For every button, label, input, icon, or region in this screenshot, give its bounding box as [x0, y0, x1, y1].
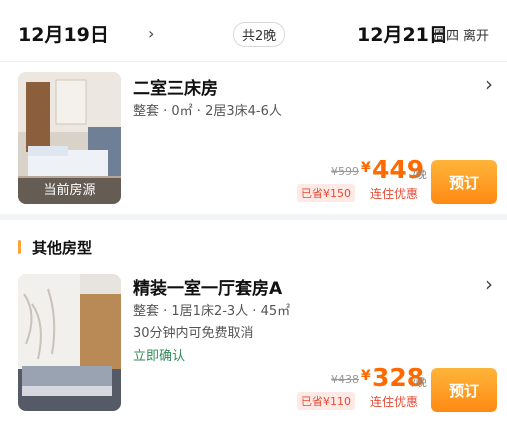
chevron-right-icon[interactable]: ›: [485, 274, 493, 294]
other-room-card[interactable]: 精装一室一厅套房A › 整套 · 1居1床2-3人 · 45㎡ 30分钟内可免费…: [0, 264, 507, 424]
chevron-right-icon[interactable]: ›: [485, 74, 493, 94]
room-photo-icon: [18, 274, 121, 411]
current-room-price-unit: /晚: [412, 168, 427, 181]
current-room-saved-badge: 已省¥150: [297, 184, 355, 202]
other-room-price-unit: /晚: [412, 376, 427, 389]
other-room-original-price: ¥438: [331, 373, 359, 386]
checkin-date[interactable]: 12月19日: [18, 20, 109, 47]
other-room-confirm: 立即确认: [133, 349, 186, 364]
current-room-original-price: ¥599: [331, 165, 359, 178]
current-room-promo: 连住优惠: [370, 187, 419, 201]
current-room-book-button[interactable]: 预订: [431, 160, 497, 204]
other-room-title[interactable]: 精装一室一厅套房A: [133, 274, 282, 299]
other-room-saved-badge: 已省¥110: [297, 392, 355, 410]
current-room-desc: 整套 · 0㎡ · 2居3床4-6人: [133, 104, 282, 119]
nights-badge: 共2晚: [233, 22, 286, 47]
other-room-book-button[interactable]: 预订: [431, 368, 497, 412]
other-room-price-symbol: ¥: [361, 368, 371, 384]
other-room-cancel-note: 30分钟内可免费取消: [133, 326, 254, 341]
checkout-weekday: 周四: [433, 29, 460, 44]
current-room-price-symbol: ¥: [361, 160, 371, 176]
checkout-label: 离开: [463, 29, 490, 44]
other-room-promo: 连住优惠: [370, 395, 419, 409]
current-room-label: 当前房源: [18, 178, 121, 204]
date-header: 12月19日 › 共2晚 12月21日 周四 离开: [0, 0, 507, 62]
current-room-card[interactable]: 当前房源 二室三床房 › 整套 · 0㎡ · 2居3床4-6人 ¥599 ¥ 4…: [0, 62, 507, 214]
other-room-thumbnail[interactable]: [18, 274, 121, 411]
other-room-desc: 整套 · 1居1床2-3人 · 45㎡: [133, 304, 291, 319]
section-title: 其他房型: [32, 239, 93, 257]
section-accent-bar: [18, 240, 21, 254]
current-room-thumbnail[interactable]: 当前房源: [18, 72, 121, 204]
chevron-right-icon[interactable]: ›: [148, 24, 154, 44]
section-divider: [0, 214, 507, 220]
current-room-title[interactable]: 二室三床房: [133, 74, 218, 99]
